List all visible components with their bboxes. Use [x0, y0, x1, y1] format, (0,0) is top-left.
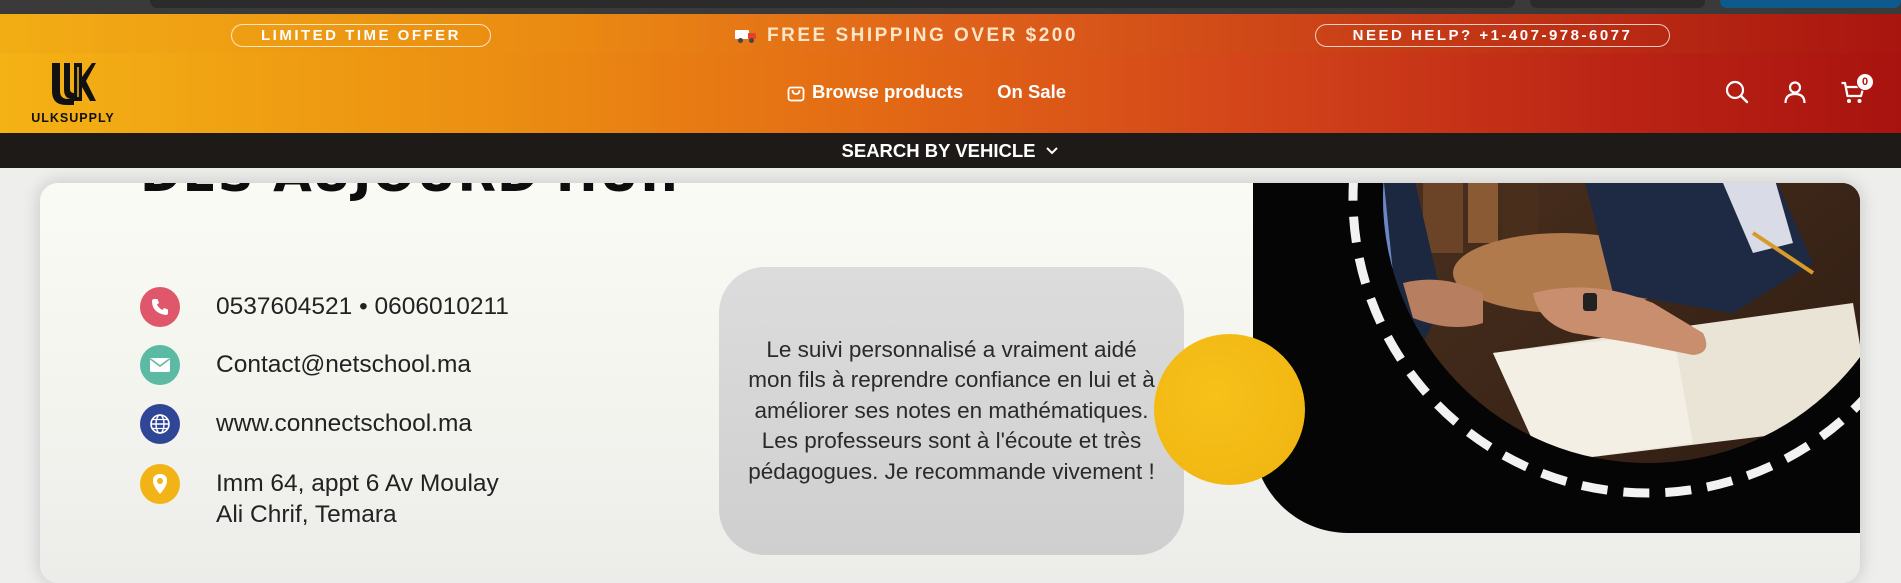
- nav-on-sale[interactable]: On Sale: [997, 81, 1066, 103]
- nav-browse-label: Browse products: [812, 81, 964, 102]
- truck-icon: [735, 29, 757, 43]
- address-bar[interactable]: [150, 0, 1515, 8]
- contact-card: DÈS AUJOURD'HUI. 0537604521 • 0606010211…: [40, 183, 1860, 583]
- cart-count-badge: 0: [1856, 73, 1874, 91]
- search-by-vehicle-bar[interactable]: SEARCH BY VEHICLE: [0, 133, 1901, 168]
- globe-icon: [140, 404, 180, 444]
- contact-email[interactable]: Contact@netschool.ma: [140, 345, 471, 385]
- browser-toolbar-pill[interactable]: [1530, 0, 1705, 8]
- contact-phone[interactable]: 0537604521 • 0606010211: [140, 287, 509, 327]
- address-line-2: Ali Chrif, Temara: [216, 501, 397, 528]
- logo-text: ULKSUPPLY: [31, 111, 115, 125]
- cart-icon[interactable]: 0: [1840, 73, 1874, 105]
- contact-website[interactable]: www.connectschool.ma: [140, 404, 472, 444]
- ulk-logo-icon: [52, 63, 96, 105]
- search-by-vehicle-label: SEARCH BY VEHICLE: [841, 139, 1036, 161]
- student-writing-illustration: [1348, 183, 1860, 498]
- browser-chrome-strip: [0, 0, 1901, 14]
- decorative-yellow-circle: [1154, 334, 1305, 485]
- contact-address[interactable]: Imm 64, appt 6 Av Moulay Ali Chrif, Tema…: [140, 464, 499, 530]
- testimonial-text: Le suivi personnalisé a vraiment aidé mo…: [748, 336, 1155, 484]
- limited-offer-badge[interactable]: LIMITED TIME OFFER: [231, 24, 491, 47]
- free-shipping-notice: FREE SHIPPING OVER $200: [735, 24, 1078, 47]
- location-pin-icon: [140, 464, 180, 504]
- browser-action-pill[interactable]: [1720, 0, 1901, 8]
- section-heading: DÈS AUJOURD'HUI.: [140, 183, 680, 203]
- site-header: ULKSUPPLY Browse products On Sale 0: [0, 53, 1901, 133]
- account-icon[interactable]: [1782, 79, 1808, 105]
- contact-address-text: Imm 64, appt 6 Av Moulay Ali Chrif, Tema…: [216, 464, 499, 530]
- student-photo: [1253, 183, 1860, 533]
- site-logo[interactable]: ULKSUPPLY: [28, 61, 118, 127]
- chevron-down-icon: [1046, 146, 1059, 154]
- testimonial-bubble: Le suivi personnalisé a vraiment aidé mo…: [719, 267, 1184, 555]
- contact-website-text: www.connectschool.ma: [216, 410, 473, 437]
- phone-icon: [140, 287, 180, 327]
- nav-on-sale-label: On Sale: [997, 81, 1066, 102]
- search-icon[interactable]: [1724, 79, 1750, 105]
- help-phone-badge[interactable]: NEED HELP? +1-407-978-6077: [1315, 24, 1670, 47]
- address-line-1: Imm 64, appt 6 Av Moulay: [216, 470, 499, 497]
- shopping-bag-icon: [787, 86, 805, 102]
- contact-email-text: Contact@netschool.ma: [216, 351, 472, 378]
- free-shipping-text: FREE SHIPPING OVER $200: [767, 24, 1078, 46]
- nav-browse-products[interactable]: Browse products: [787, 81, 963, 103]
- contact-phone-text: 0537604521 • 0606010211: [216, 293, 509, 320]
- mail-icon: [140, 345, 180, 385]
- announcement-bar: LIMITED TIME OFFER FREE SHIPPING OVER $2…: [0, 14, 1901, 53]
- header-icons: 0: [1724, 73, 1874, 105]
- main-nav: Browse products On Sale: [787, 81, 1066, 103]
